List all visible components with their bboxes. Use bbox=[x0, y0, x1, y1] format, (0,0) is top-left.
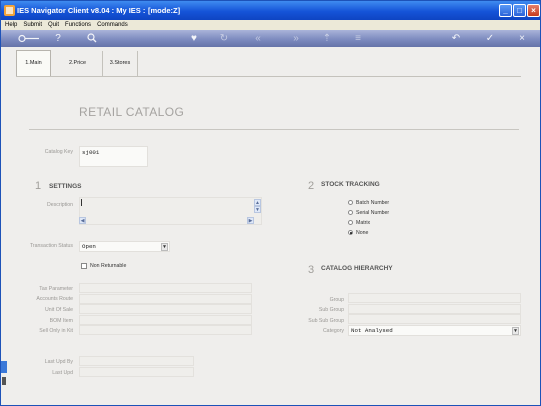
catalog-hierarchy-title: CATALOG HIERARCHY bbox=[321, 265, 393, 272]
category-value: Not Analysed bbox=[351, 327, 393, 334]
catalog-key-label: Catalog Key bbox=[44, 149, 73, 155]
first-record-icon[interactable]: « bbox=[251, 32, 265, 45]
upload-icon[interactable]: ⇡ bbox=[320, 32, 334, 45]
bom-item-field[interactable] bbox=[79, 315, 252, 325]
group-field[interactable] bbox=[348, 293, 521, 303]
description-field[interactable] bbox=[79, 197, 262, 225]
favorites-icon[interactable]: ♥ bbox=[187, 32, 201, 45]
tab-main[interactable]: 1.Main bbox=[16, 50, 51, 77]
scroll-left-icon[interactable]: ◀ bbox=[79, 217, 86, 224]
menu-quit[interactable]: Quit bbox=[46, 20, 61, 30]
last-upd-field bbox=[79, 367, 194, 377]
radio-icon[interactable] bbox=[348, 220, 353, 226]
catalog-key-field[interactable]: sj001 bbox=[79, 146, 148, 167]
description-label: Description bbox=[47, 202, 73, 208]
scroll-right-icon[interactable]: ▶ bbox=[247, 217, 254, 224]
transaction-status-value: Open bbox=[82, 243, 96, 250]
text-cursor bbox=[81, 199, 82, 206]
minimize-button[interactable]: _ bbox=[499, 4, 512, 17]
non-returnable-label: Non Returnable bbox=[90, 263, 127, 269]
sell-only-in-kit-field[interactable] bbox=[79, 325, 252, 335]
radio-serial-number[interactable]: Serial Number bbox=[348, 210, 389, 216]
sell-only-in-kit-label: Sell Only in Kit bbox=[39, 328, 73, 334]
radio-matrix[interactable]: Matrix bbox=[348, 220, 370, 226]
chevron-down-icon[interactable]: ▼ bbox=[161, 243, 168, 251]
scroll-up-icon[interactable]: ▲ bbox=[254, 199, 261, 206]
side-marker-icon[interactable] bbox=[1, 361, 7, 373]
menu-bar: Help Submit Quit Functions Commands bbox=[1, 20, 540, 30]
tab-divider bbox=[16, 76, 521, 77]
toolbar: ? ♥ ↻ « » ⇡ ≡ ↶ ✓ × bbox=[1, 30, 540, 47]
window-title: IES Navigator Client v8.04 : My IES : bbox=[17, 6, 146, 15]
settings-number: 1 bbox=[35, 180, 42, 192]
tab-stores[interactable]: 3.Stores bbox=[102, 51, 138, 76]
radio-icon[interactable] bbox=[348, 210, 353, 216]
transaction-status-select[interactable]: Open ▼ bbox=[79, 241, 170, 252]
list-icon[interactable]: ≡ bbox=[351, 32, 365, 45]
tax-parameter-label: Tax Parameter bbox=[39, 286, 73, 292]
scroll-down-icon[interactable]: ▼ bbox=[254, 206, 261, 213]
menu-submit[interactable]: Submit bbox=[21, 20, 44, 30]
bom-item-label: BOM Item bbox=[49, 318, 73, 324]
last-upd-by-field bbox=[79, 356, 194, 366]
stock-tracking-number: 2 bbox=[308, 180, 315, 192]
last-upd-label: Last Upd bbox=[52, 370, 73, 376]
radio-icon[interactable] bbox=[348, 200, 353, 206]
side-bar-icon bbox=[2, 377, 6, 385]
app-icon bbox=[4, 5, 15, 16]
page-title: RETAIL CATALOG bbox=[79, 105, 185, 119]
sub-group-label: Sub Group bbox=[318, 307, 344, 313]
chevron-down-icon[interactable]: ▼ bbox=[512, 327, 519, 335]
group-label: Group bbox=[329, 297, 344, 303]
app-window: IES Navigator Client v8.04 : My IES : [m… bbox=[0, 0, 541, 406]
accounts-route-field[interactable] bbox=[79, 294, 252, 304]
form-content bbox=[1, 47, 540, 405]
stock-tracking-title: STOCK TRACKING bbox=[321, 181, 380, 188]
transaction-status-label: Transaction Status bbox=[29, 243, 73, 249]
radio-matrix-label: Matrix bbox=[356, 220, 371, 226]
side-strip bbox=[1, 355, 8, 405]
title-divider bbox=[29, 129, 519, 130]
sub-group-field[interactable] bbox=[348, 304, 521, 314]
window-mode: [mode:Z] bbox=[148, 6, 181, 15]
unit-of-sale-label: Unit Of Sale bbox=[45, 307, 73, 313]
title-bar: IES Navigator Client v8.04 : My IES : [m… bbox=[1, 1, 540, 20]
tab-price[interactable]: 2.Price bbox=[65, 51, 90, 76]
last-upd-by-label: Last Upd By bbox=[44, 359, 73, 365]
category-label: Category bbox=[322, 328, 344, 334]
menu-functions[interactable]: Functions bbox=[63, 20, 93, 30]
last-record-icon[interactable]: » bbox=[289, 32, 303, 45]
radio-selected-icon[interactable] bbox=[348, 230, 353, 236]
sub-sub-group-label: Sub Sub Group bbox=[308, 318, 344, 324]
sub-sub-group-field[interactable] bbox=[348, 314, 521, 324]
accounts-route-label: Accounts Route bbox=[36, 296, 73, 302]
search-icon[interactable] bbox=[85, 32, 99, 45]
non-returnable-checkbox[interactable] bbox=[81, 263, 87, 269]
tax-parameter-field[interactable] bbox=[79, 283, 252, 293]
menu-help[interactable]: Help bbox=[3, 20, 19, 30]
unit-of-sale-field[interactable] bbox=[79, 304, 252, 314]
back-icon[interactable]: ↶ bbox=[449, 32, 463, 45]
maximize-button[interactable]: □ bbox=[513, 4, 526, 17]
help-icon[interactable]: ? bbox=[51, 32, 65, 45]
menu-commands[interactable]: Commands bbox=[95, 20, 130, 30]
radio-serial-number-label: Serial Number bbox=[356, 210, 390, 216]
key-icon[interactable] bbox=[17, 32, 41, 45]
radio-batch-number[interactable]: Batch Number bbox=[348, 200, 389, 206]
confirm-icon[interactable]: ✓ bbox=[483, 32, 497, 45]
radio-none[interactable]: None bbox=[348, 230, 368, 236]
refresh-icon[interactable]: ↻ bbox=[217, 32, 231, 45]
radio-none-label: None bbox=[356, 230, 369, 236]
close-button[interactable]: × bbox=[527, 4, 540, 17]
radio-batch-number-label: Batch Number bbox=[356, 200, 390, 206]
category-select[interactable]: Not Analysed ▼ bbox=[348, 325, 521, 336]
settings-title: SETTINGS bbox=[49, 183, 82, 190]
cancel-icon[interactable]: × bbox=[515, 32, 529, 45]
catalog-hierarchy-number: 3 bbox=[308, 264, 315, 276]
